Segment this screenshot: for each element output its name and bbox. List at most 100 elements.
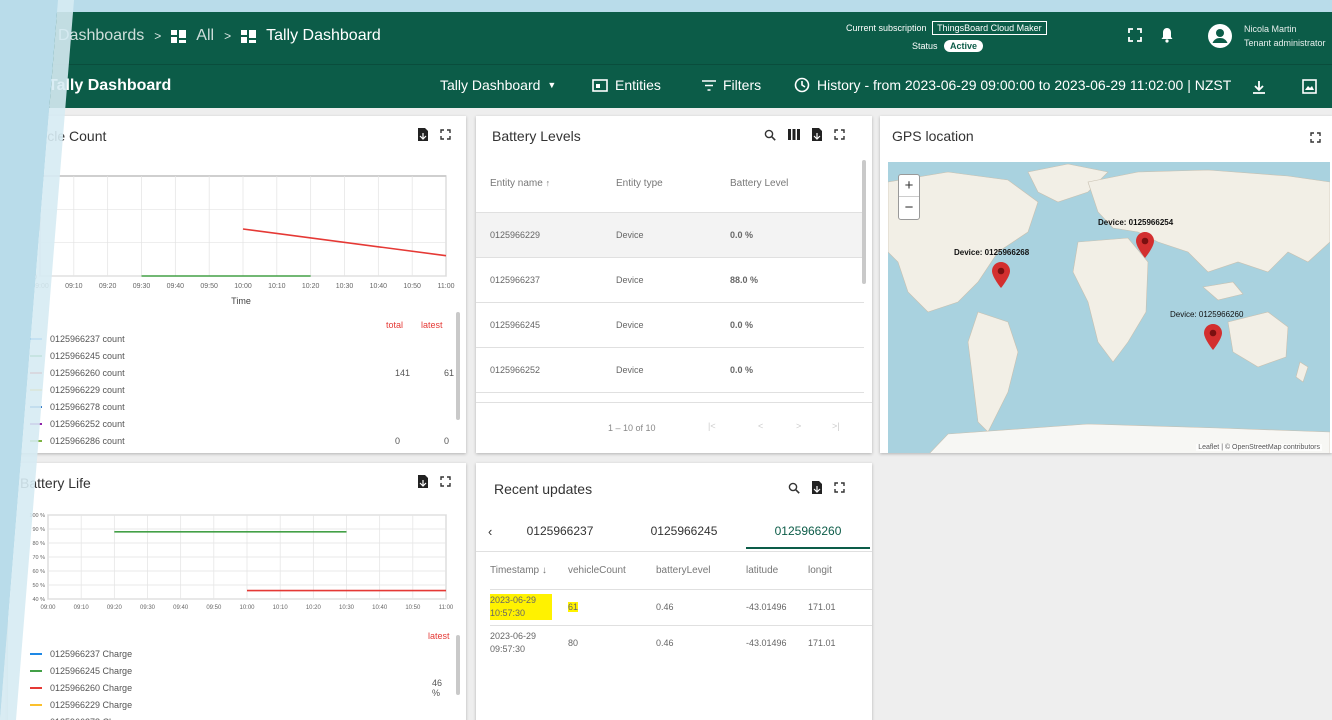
cell-latitude: -43.01496 <box>746 588 808 625</box>
entities-button[interactable]: Entities <box>592 77 661 93</box>
legend-item[interactable]: 0125966252 count <box>30 415 450 432</box>
column-timestamp[interactable]: Timestamp ↓ <box>490 553 568 589</box>
entity-tabs: ‹ 0125966237 0125966245 0125966260 › <box>488 513 872 549</box>
x-tick-label: 09:40 <box>173 605 189 611</box>
cell-timestamp: 2023-06-29 10:57:30 <box>490 588 568 625</box>
breadcrumb-all[interactable]: All <box>196 27 214 45</box>
cell-battery-level: 0.46 <box>656 588 746 625</box>
columns-icon[interactable] <box>788 129 800 140</box>
column-battery-level[interactable]: Battery Level <box>730 156 864 212</box>
legend-item[interactable]: 0125966245 Charge <box>30 662 450 679</box>
cell-battery-level: 0.46 <box>656 624 746 661</box>
legend-scrollbar[interactable] <box>456 312 460 420</box>
filters-button[interactable]: Filters <box>702 77 761 93</box>
legend-item[interactable]: 0125966278 count <box>30 398 450 415</box>
table-row[interactable]: 0125966229 Device 0.0 % <box>476 211 864 257</box>
gps-title: GPS location <box>892 128 974 144</box>
last-page-icon[interactable]: >| <box>832 421 840 431</box>
user-info[interactable]: Nicola Martin Tenant administrator <box>1244 22 1326 50</box>
tabs-next-icon[interactable]: › <box>870 524 872 539</box>
table-row[interactable]: 0125966245 Device 0.0 % <box>476 301 864 347</box>
avatar[interactable] <box>1208 24 1232 48</box>
x-ticks: 09:0009:1009:2009:3009:4009:5010:0010:10… <box>40 605 453 611</box>
column-longitude[interactable]: longit <box>808 553 872 589</box>
export-file-icon[interactable] <box>812 128 822 141</box>
export-file-icon[interactable] <box>812 481 822 494</box>
battery-levels-table-scroll[interactable]: Entity name ↑ Entity type Battery Level … <box>476 156 864 402</box>
tabs-prev-icon[interactable]: ‹ <box>488 524 498 539</box>
legend-header-latest: latest <box>428 631 450 641</box>
column-entity-type[interactable]: Entity type <box>616 156 730 212</box>
widget-actions <box>418 475 451 488</box>
tab-0125966237[interactable]: 0125966237 <box>498 513 622 549</box>
cell-entity-type: Device <box>616 301 730 347</box>
legend-item[interactable]: 0125966260 count 141 61 <box>30 364 454 381</box>
legend-item[interactable]: 0125966237 count <box>30 330 450 347</box>
column-entity-name[interactable]: Entity name ↑ <box>476 156 616 212</box>
bell-icon[interactable] <box>1160 27 1174 43</box>
table-row[interactable]: 0125966252 Device 0.0 % <box>476 346 864 392</box>
zoom-in-button[interactable]: + <box>899 175 919 197</box>
map-marker-icon[interactable] <box>1136 232 1154 258</box>
search-icon[interactable] <box>788 482 800 494</box>
breadcrumb-current: Tally Dashboard <box>266 27 381 44</box>
image-export-icon[interactable] <box>1302 79 1317 94</box>
x-tick-label: 10:10 <box>268 283 286 290</box>
legend-item[interactable]: 0125966229 count <box>30 381 450 398</box>
fullscreen-icon[interactable] <box>440 129 451 140</box>
map-marker-icon[interactable] <box>1204 324 1222 350</box>
column-latitude[interactable]: latitude <box>746 553 808 589</box>
legend-item[interactable]: 0125966237 Charge <box>30 645 450 662</box>
x-tick-label: 09:20 <box>107 605 123 611</box>
widget-actions <box>788 481 845 494</box>
subscription-value[interactable]: ThingsBoard Cloud Maker <box>932 21 1047 35</box>
legend-item[interactable]: 0125966286 count 0 0 <box>30 432 450 449</box>
fullscreen-icon[interactable] <box>834 482 845 493</box>
legend-item[interactable]: 0125966260 Charge 46 % <box>30 678 450 698</box>
legend-item[interactable]: 0125966278 Charge <box>30 713 450 720</box>
table-row[interactable]: 0125966260Device46.0 % <box>476 391 864 402</box>
column-battery-level[interactable]: batteryLevel <box>656 553 746 589</box>
download-icon[interactable] <box>1252 80 1266 95</box>
legend-item[interactable]: 0125966245 count <box>30 347 450 364</box>
dashboard-grid-icon <box>241 29 257 43</box>
fullscreen-icon[interactable] <box>440 476 451 487</box>
legend-item[interactable]: 0125966229 Charge <box>30 696 450 713</box>
history-timewindow[interactable]: History - from 2023-06-29 09:00:00 to 20… <box>794 77 1231 93</box>
export-file-icon[interactable] <box>418 475 428 488</box>
first-page-icon[interactable]: |< <box>708 421 716 431</box>
battery-life-legend: 0125966237 Charge 0125966245 Charge 012596… <box>30 645 450 720</box>
prev-page-icon[interactable]: < <box>758 421 763 431</box>
user-name: Nicola Martin <box>1244 24 1297 34</box>
x-tick-label: 10:50 <box>403 283 421 290</box>
caret-down-icon: ▼ <box>547 80 557 90</box>
tab-0125966245[interactable]: 0125966245 <box>622 513 746 549</box>
export-file-icon[interactable] <box>418 128 428 141</box>
table-header-row: Timestamp ↓ vehicleCount batteryLevel la… <box>490 553 872 589</box>
cell-text: 0.46 <box>656 637 674 648</box>
table-scrollbar[interactable] <box>862 160 866 284</box>
map-marker-icon[interactable] <box>992 262 1010 288</box>
fullscreen-icon[interactable] <box>1128 28 1142 42</box>
grid <box>47 514 447 600</box>
legend-scrollbar[interactable] <box>456 635 460 695</box>
recent-updates-title: Recent updates <box>494 481 593 497</box>
world-map[interactable]: Device: 0125966254 Device: 0125966268 De… <box>888 162 1330 453</box>
subscription-info: Current subscription ThingsBoard Cloud M… <box>846 21 1047 35</box>
search-icon[interactable] <box>764 129 776 141</box>
zoom-out-button[interactable]: − <box>899 197 919 219</box>
map-attribution[interactable]: Leaflet | © OpenStreetMap contributors <box>1196 444 1322 451</box>
top-actions <box>1128 27 1174 43</box>
dashboard-select[interactable]: Tally Dashboard ▼ <box>440 77 556 93</box>
table-row[interactable]: 2023-06-29 09:57:30 80 0.46 -43.01496 171.01 <box>490 624 872 661</box>
tab-0125966260[interactable]: 0125966260 <box>746 513 870 549</box>
dashboard-grid-icon <box>171 29 187 43</box>
table-row[interactable]: 0125966237 Device 88.0 % <box>476 256 864 302</box>
column-vehicle-count[interactable]: vehicleCount <box>568 553 656 589</box>
fullscreen-icon[interactable] <box>834 129 845 140</box>
table-row[interactable]: 2023-06-29 10:57:30 61 0.46 -43.01496 171.01 <box>490 588 872 625</box>
cell-longitude: 171.01 <box>808 588 872 625</box>
next-page-icon[interactable]: > <box>796 421 801 431</box>
fullscreen-icon[interactable] <box>1310 132 1321 143</box>
cell-timestamp: 2023-06-29 09:57:30 <box>490 624 568 661</box>
